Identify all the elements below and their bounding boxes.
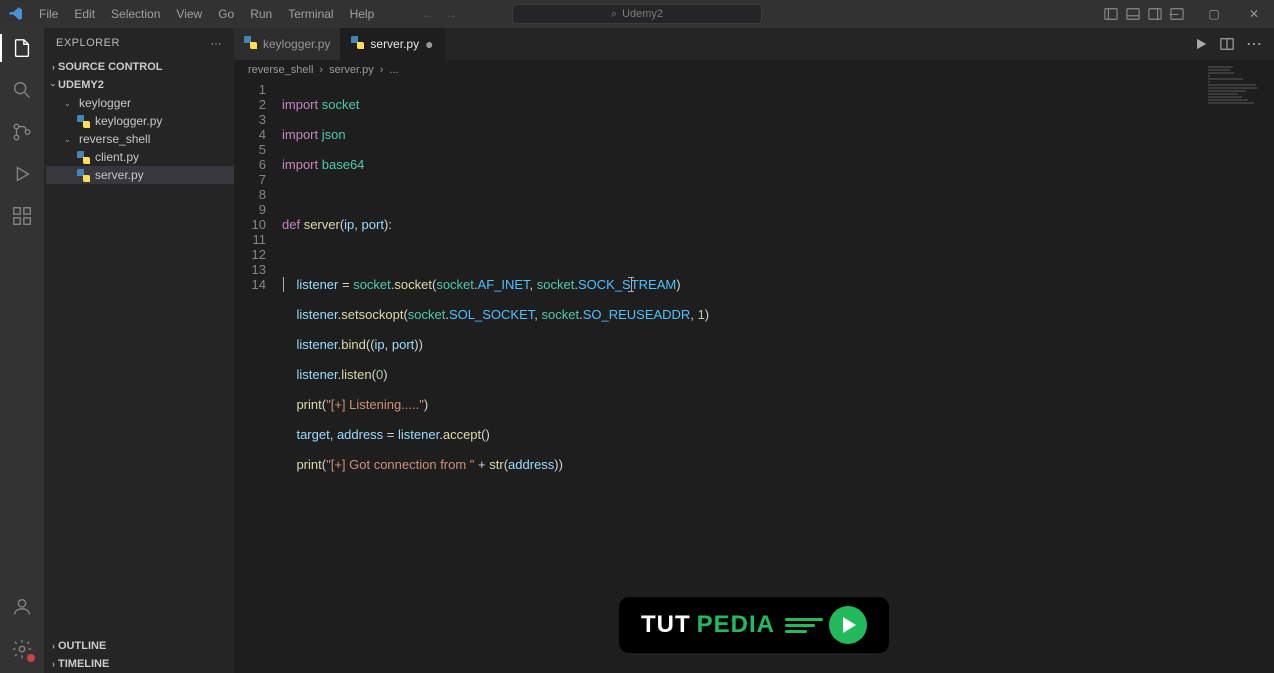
chevron-down-icon: ⌄ [64,99,74,108]
tree-item-label: keylogger.py [95,114,162,128]
more-editor-actions-icon[interactable]: ⋯ [1246,34,1262,54]
run-file-icon[interactable] [1194,37,1208,51]
menu-terminal[interactable]: Terminal [281,3,340,25]
minimize-icon[interactable]: ─ [1154,0,1194,28]
menu-run[interactable]: Run [243,3,279,25]
chevron-right-icon: › [52,641,54,651]
layout-panel-icon[interactable] [1126,7,1140,21]
editor-area: keylogger.py server.py ● ⋯ reverse_shell… [234,28,1274,673]
activity-run-debug-icon[interactable] [10,162,34,186]
python-file-icon [244,36,257,52]
breadcrumb-item[interactable]: server.py [329,64,374,76]
menu-edit[interactable]: Edit [67,3,102,25]
minimap[interactable] [1208,66,1268,106]
chevron-down-icon: › [49,84,59,86]
activity-source-control-icon[interactable] [10,120,34,144]
activity-account-icon[interactable] [10,595,34,619]
text-cursor-icon [631,277,632,292]
maximize-icon[interactable]: ▢ [1194,0,1234,28]
editor-actions: ⋯ [1194,28,1274,60]
tab-server[interactable]: server.py ● [341,28,444,60]
section-timeline[interactable]: › TIMELINE [44,655,234,673]
chevron-right-icon: › [52,659,54,669]
settings-badge-icon [26,653,36,663]
section-source-control[interactable]: › SOURCE CONTROL [44,58,234,76]
layout-sidebar-left-icon[interactable] [1104,7,1118,21]
line-gutter: 1234567891011121314 [234,80,282,673]
tree-item-label: keylogger [79,96,131,110]
window-controls: ─ ▢ ✕ [1154,0,1274,28]
section-project[interactable]: ›UDEMY2 [44,76,234,94]
folder-reverse-shell[interactable]: ⌄ reverse_shell [46,130,234,148]
chevron-right-icon: › [319,64,323,76]
watermark-text1: TUT [641,611,691,639]
activity-settings-icon[interactable] [10,637,34,661]
dirty-indicator-icon: ● [425,36,433,52]
tree-item-label: client.py [95,150,139,164]
watermark-logo: TUT PEDIA [619,597,889,653]
code-content[interactable]: import socket import json import base64 … [282,80,1274,673]
activity-extensions-icon[interactable] [10,204,34,228]
chevron-right-icon: › [380,64,384,76]
tree-item-label: reverse_shell [79,132,150,146]
file-tree: ⌄ keylogger keylogger.py ⌄ reverse_shell c… [44,94,234,184]
section-timeline-label: TIMELINE [58,658,109,670]
file-client-py[interactable]: client.py [46,148,234,166]
tree-item-label: server.py [95,168,144,182]
more-actions-icon[interactable]: ⋯ [211,37,223,50]
section-project-label: UDEMY2 [58,79,104,91]
activity-search-icon[interactable] [10,78,34,102]
folder-keylogger[interactable]: ⌄ keylogger [46,94,234,112]
menu-help[interactable]: Help [343,3,382,25]
nav-arrows: ← → [421,7,457,21]
tab-label: keylogger.py [263,37,330,51]
sidebar-title: EXPLORER [56,37,120,49]
section-source-control-label: SOURCE CONTROL [58,61,163,73]
breadcrumb-item[interactable]: ... [389,64,398,76]
sidebar-header: EXPLORER ⋯ [44,28,234,58]
nav-forward-icon[interactable]: → [445,7,457,21]
watermark-lines-icon [785,618,823,633]
watermark-text2: PEDIA [697,611,775,639]
tab-bar: keylogger.py server.py ● ⋯ [234,28,1274,60]
command-center-title: Udemy2 [622,8,663,20]
tab-keylogger[interactable]: keylogger.py [234,28,341,60]
activity-bar [0,28,44,673]
activity-explorer-icon[interactable] [10,36,34,60]
menu-view[interactable]: View [169,3,209,25]
chevron-down-icon: ⌄ [64,135,74,144]
python-file-icon [76,168,90,182]
file-server-py[interactable]: server.py [46,166,234,184]
nav-back-icon[interactable]: ← [421,7,433,21]
python-file-icon [351,36,364,52]
tab-label: server.py [370,37,419,51]
menu-selection[interactable]: Selection [104,3,167,25]
breadcrumb-item[interactable]: reverse_shell [248,64,313,76]
python-file-icon [76,114,90,128]
breadcrumbs[interactable]: reverse_shell › server.py › ... [234,60,1274,80]
search-icon: ⌕ [611,8,617,21]
titlebar: File Edit Selection View Go Run Terminal… [0,0,1274,28]
line-cursor-icon [283,277,284,292]
chevron-right-icon: › [52,62,54,72]
main-area: EXPLORER ⋯ ›SOURCE CONTROL ›UDEMY2 ⌄keyl… [0,28,1274,673]
menubar: File Edit Selection View Go Run Terminal… [32,3,381,25]
section-outline[interactable]: › OUTLINE [44,637,234,655]
file-keylogger-py[interactable]: keylogger.py [46,112,234,130]
command-center-search[interactable]: ⌕ Udemy2 [512,4,762,24]
code-editor[interactable]: 1234567891011121314 import socket import… [234,80,1274,673]
section-outline-label: OUTLINE [58,640,106,652]
menu-go[interactable]: Go [211,3,241,25]
python-file-icon [76,150,90,164]
play-icon [829,606,867,644]
menu-file[interactable]: File [32,3,65,25]
close-icon[interactable]: ✕ [1234,0,1274,28]
sidebar-explorer: EXPLORER ⋯ ›SOURCE CONTROL ›UDEMY2 ⌄keyl… [44,28,234,673]
split-editor-icon[interactable] [1220,37,1234,51]
vscode-logo-icon [0,6,32,22]
